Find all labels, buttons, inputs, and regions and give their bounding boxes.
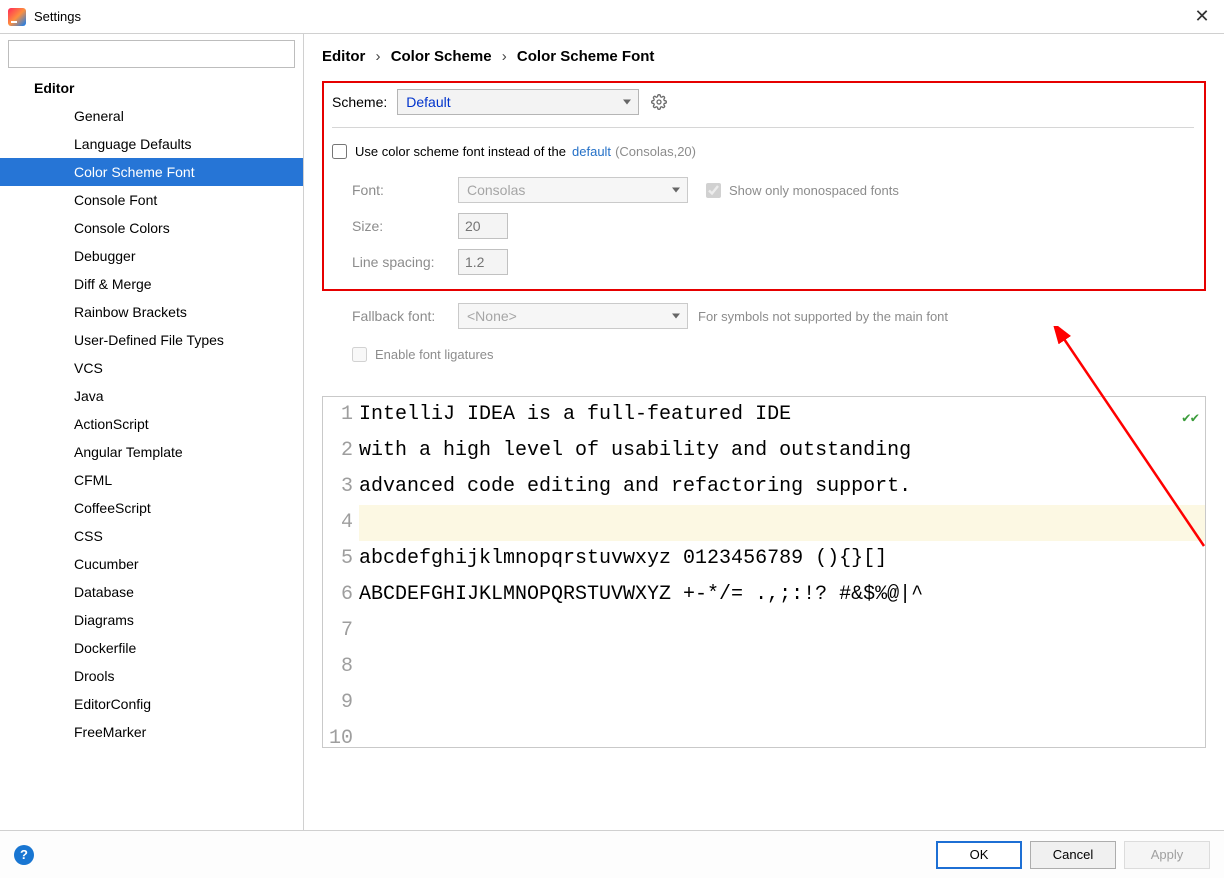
default-font-link[interactable]: default bbox=[572, 144, 611, 159]
help-icon[interactable]: ? bbox=[14, 845, 34, 865]
content-pane: Editor › Color Scheme › Color Scheme Fon… bbox=[304, 34, 1224, 830]
ok-button[interactable]: OK bbox=[936, 841, 1022, 869]
sidebar-item[interactable]: Diagrams bbox=[0, 606, 303, 634]
sidebar-item[interactable]: FreeMarker bbox=[0, 718, 303, 746]
settings-tree[interactable]: EditorGeneralLanguage DefaultsColor Sche… bbox=[0, 74, 303, 830]
default-font-hint: (Consolas,20) bbox=[615, 144, 696, 159]
use-scheme-font-checkbox[interactable]: Use color scheme font instead of the bbox=[332, 144, 566, 159]
titlebar: Settings ✕ bbox=[0, 0, 1224, 34]
monospaced-checkbox[interactable]: Show only monospaced fonts bbox=[706, 183, 899, 198]
scheme-label: Scheme: bbox=[332, 94, 387, 110]
sidebar-item[interactable]: Diff & Merge bbox=[0, 270, 303, 298]
fallback-dropdown[interactable]: <None> bbox=[458, 303, 688, 329]
sidebar-item[interactable]: Database bbox=[0, 578, 303, 606]
chevron-right-icon: › bbox=[502, 48, 507, 65]
use-scheme-font-input[interactable] bbox=[332, 144, 347, 159]
linespacing-input[interactable] bbox=[458, 249, 508, 275]
font-dropdown[interactable]: Consolas bbox=[458, 177, 688, 203]
size-label: Size: bbox=[352, 218, 448, 234]
chevron-right-icon: › bbox=[376, 48, 381, 65]
fallback-label: Fallback font: bbox=[352, 308, 448, 324]
search-input[interactable] bbox=[8, 40, 295, 68]
sidebar-item[interactable]: Debugger bbox=[0, 242, 303, 270]
sidebar-item[interactable]: ActionScript bbox=[0, 410, 303, 438]
sidebar: 🔍 EditorGeneralLanguage DefaultsColor Sc… bbox=[0, 34, 304, 830]
inspection-icon[interactable]: ✔✔ bbox=[1182, 401, 1199, 437]
sidebar-item[interactable]: Console Font bbox=[0, 186, 303, 214]
divider bbox=[332, 127, 1194, 128]
ligatures-input[interactable] bbox=[352, 347, 367, 362]
scheme-dropdown[interactable]: Default bbox=[397, 89, 639, 115]
fallback-hint: For symbols not supported by the main fo… bbox=[698, 309, 948, 324]
highlight-box: Scheme: Default Use color scheme font in… bbox=[322, 81, 1206, 291]
linespacing-label: Line spacing: bbox=[352, 254, 448, 270]
sidebar-item[interactable]: Cucumber bbox=[0, 550, 303, 578]
dialog-footer: ? OK Cancel Apply bbox=[0, 830, 1224, 878]
sidebar-item[interactable]: CoffeeScript bbox=[0, 494, 303, 522]
sidebar-item[interactable]: General bbox=[0, 102, 303, 130]
size-input[interactable] bbox=[458, 213, 508, 239]
window-title: Settings bbox=[34, 9, 1188, 24]
app-icon bbox=[8, 8, 26, 26]
sidebar-item[interactable]: VCS bbox=[0, 354, 303, 382]
monospaced-input[interactable] bbox=[706, 183, 721, 198]
font-label: Font: bbox=[352, 182, 448, 198]
sidebar-item[interactable]: Rainbow Brackets bbox=[0, 298, 303, 326]
close-icon[interactable]: ✕ bbox=[1188, 6, 1216, 27]
preview-gutter: 12345678910 bbox=[323, 397, 359, 747]
cancel-button[interactable]: Cancel bbox=[1030, 841, 1116, 869]
sidebar-item[interactable]: Angular Template bbox=[0, 438, 303, 466]
breadcrumb-item[interactable]: Editor bbox=[322, 48, 365, 65]
sidebar-item[interactable]: CSS bbox=[0, 522, 303, 550]
sidebar-item[interactable]: EditorConfig bbox=[0, 690, 303, 718]
font-preview: 12345678910 IntelliJ IDEA is a full-feat… bbox=[322, 396, 1206, 748]
ligatures-checkbox[interactable]: Enable font ligatures bbox=[352, 347, 494, 362]
gear-icon[interactable] bbox=[649, 92, 669, 112]
sidebar-item[interactable]: Dockerfile bbox=[0, 634, 303, 662]
breadcrumb-item[interactable]: Color Scheme bbox=[391, 48, 492, 65]
sidebar-item[interactable]: CFML bbox=[0, 466, 303, 494]
breadcrumb: Editor › Color Scheme › Color Scheme Fon… bbox=[322, 48, 1206, 65]
sidebar-item[interactable]: Drools bbox=[0, 662, 303, 690]
preview-code: IntelliJ IDEA is a full-featured IDE wit… bbox=[359, 397, 1205, 747]
sidebar-item[interactable]: Java bbox=[0, 382, 303, 410]
sidebar-item[interactable]: Language Defaults bbox=[0, 130, 303, 158]
apply-button[interactable]: Apply bbox=[1124, 841, 1210, 869]
sidebar-item[interactable]: Color Scheme Font bbox=[0, 158, 303, 186]
breadcrumb-item: Color Scheme Font bbox=[517, 48, 655, 65]
sidebar-section-editor[interactable]: Editor bbox=[0, 74, 303, 102]
sidebar-item[interactable]: Console Colors bbox=[0, 214, 303, 242]
sidebar-item[interactable]: User-Defined File Types bbox=[0, 326, 303, 354]
